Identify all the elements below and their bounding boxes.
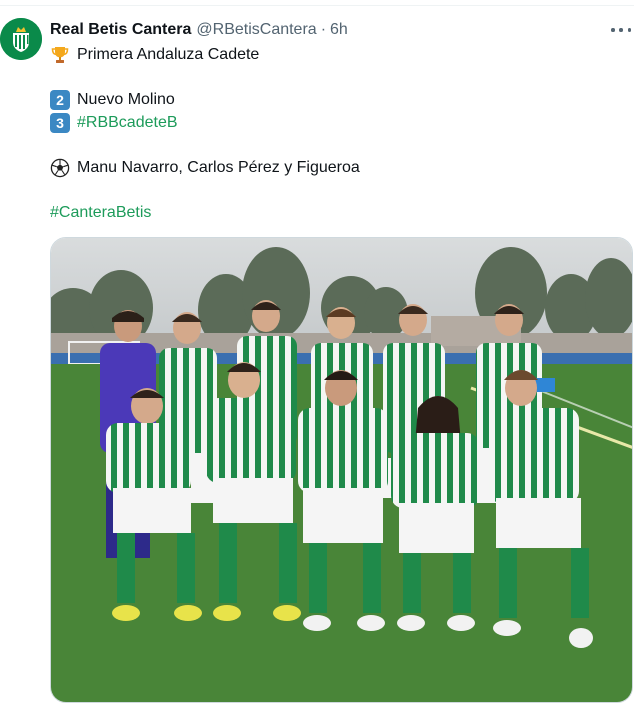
author-handle[interactable]: @RBetisCantera (196, 21, 316, 39)
avatar[interactable] (0, 18, 42, 60)
author-display-name[interactable]: Real Betis Cantera (50, 21, 191, 39)
scorers-text: Manu Navarro, Carlos Pérez y Figueroa (77, 159, 360, 176)
trophy-icon (50, 45, 70, 65)
divider (0, 5, 634, 6)
keycap-two-icon: 2 (50, 90, 70, 110)
competition-text: Primera Andaluza Cadete (77, 46, 260, 63)
scorers-line: Manu Navarro, Carlos Pérez y Figueroa (50, 157, 360, 179)
more-dot-icon (619, 28, 623, 32)
tweet-photo[interactable] (50, 237, 633, 703)
team-b-line: 3 #RBBcadeteB (50, 112, 178, 134)
hashtag-link-rbbcadeteb[interactable]: #RBBcadeteB (77, 114, 178, 132)
more-dot-icon (627, 28, 631, 32)
hashtag-line: #CanteraBetis (50, 202, 151, 224)
soccer-ball-icon (50, 158, 70, 178)
more-options-button[interactable] (611, 22, 631, 38)
team-a-text: Nuevo Molino (77, 91, 175, 108)
team-photo (51, 238, 632, 702)
hashtag-link-canterabetis[interactable]: #CanteraBetis (50, 204, 151, 222)
tweet-header: Real Betis Cantera @RBetisCantera · 6h (50, 19, 348, 41)
team-a-line: 2 Nuevo Molino (50, 89, 175, 111)
keycap-three-icon: 3 (50, 113, 70, 133)
tweet-card[interactable]: Real Betis Cantera @RBetisCantera · 6h P… (0, 0, 634, 703)
separator: · (320, 21, 327, 38)
more-dot-icon (611, 28, 615, 32)
competition-line: Primera Andaluza Cadete (50, 44, 259, 66)
real-betis-crest-icon (0, 18, 42, 60)
tweet-timestamp[interactable]: 6h (330, 21, 348, 39)
